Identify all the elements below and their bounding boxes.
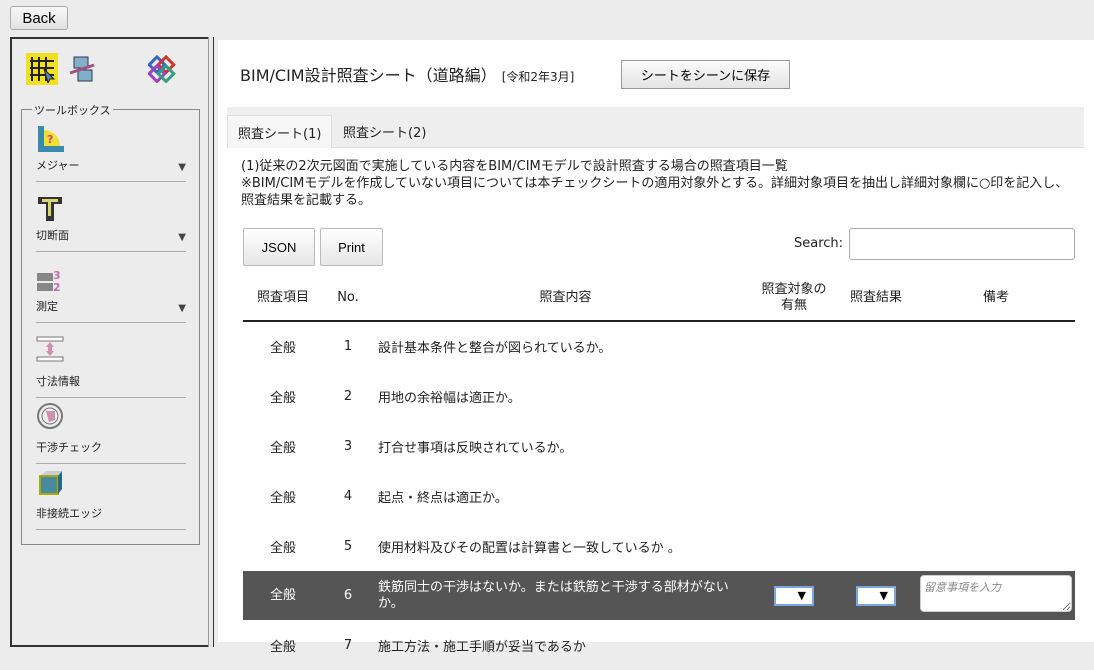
table-cell (835, 620, 917, 670)
grid-select-icon[interactable] (26, 53, 58, 85)
table-cell: 全般 (269, 540, 296, 556)
table-cell: 施工方法・施工手順が妥当であるか (378, 639, 586, 655)
header-no[interactable]: No. (323, 275, 373, 322)
table-cell: 全般 (269, 390, 296, 406)
main-panel: BIM/CIM設計照査シート（道路編） [令和2年3月] シートをシーンに保存 … (218, 40, 1094, 655)
search-input[interactable] (849, 228, 1075, 260)
description: (1)従来の2次元図面で実施している内容をBIM/CIMモデルで設計照査する場合… (241, 159, 1069, 208)
dropdown-arrow-icon[interactable]: ▼ (178, 162, 186, 173)
table-row[interactable]: 全般 4 起点・終点は適正か。 (243, 471, 1075, 521)
svg-text:?: ? (47, 133, 53, 146)
area-volume-icon: 32 (37, 269, 61, 293)
tab-bar: 照査シート(1) 照査シート(2) (227, 107, 1084, 148)
table-cell: 使用材料及びその配置は計算書と一致しているか 。 (378, 540, 681, 556)
ruler-angle-icon: ? (38, 126, 64, 152)
dropdown-arrow-icon[interactable]: ▼ (178, 232, 186, 243)
table-cell: 用地の余裕幅は適正か。 (378, 390, 521, 406)
table-cell: 4 (343, 488, 353, 504)
table-row[interactable]: 全般 2 用地の余裕幅は適正か。 (243, 371, 1075, 421)
header-content[interactable]: 照査内容 (373, 275, 753, 322)
table-cell: 全般 (269, 639, 296, 655)
table-row[interactable]: 全般 3 打合せ事項は反映されているか。 (243, 421, 1075, 471)
table-cell (753, 321, 835, 371)
back-button[interactable]: Back (10, 6, 68, 30)
left-panel: ツールボックス ? メジャー ▼ 切断面 ▼ 3 2 測定 ▼ 寸法情報 干渉チェック 非接… (10, 37, 212, 647)
table-cell (835, 371, 917, 421)
table-cell: 2 (343, 388, 353, 404)
table-cell: 全般 (269, 440, 296, 456)
table-cell (835, 421, 917, 471)
remarks-textarea[interactable] (920, 574, 1072, 612)
search-label: Search: (794, 236, 844, 251)
header-remarks[interactable]: 備考 (917, 275, 1075, 322)
cube-edge-icon (39, 471, 62, 495)
toolbox-legend: ツールボックス (32, 102, 113, 118)
tab-sheet-1[interactable]: 照査シート(1) (227, 115, 333, 148)
table-row[interactable]: 全般 1 設計基本条件と整合が図られているか。 (243, 321, 1075, 371)
table-cell (917, 620, 1075, 670)
svg-text:2: 2 (53, 281, 61, 293)
table-cell: 設計基本条件と整合が図られているか。 (378, 341, 612, 356)
interference-icon (37, 403, 63, 429)
tool-interference-check[interactable]: 干渉チェック (36, 398, 186, 464)
table-cell: 全般 (243, 571, 323, 620)
table-cell (917, 371, 1075, 421)
save-sheet-to-scene-button[interactable]: シートをシーンに保存 (621, 60, 790, 89)
target-select[interactable]: ▼ (774, 585, 814, 606)
tool-measurement[interactable]: 3 2 測定 ▼ (36, 261, 186, 323)
header-target[interactable]: 照査対象の有無 (753, 275, 835, 322)
table-cell: 全般 (269, 490, 296, 506)
table-cell: 6 (323, 571, 373, 620)
check-table: 照査項目 No. 照査内容 照査対象の有無 照査結果 備考 全般 1 設計基本条件と… (243, 275, 1075, 670)
table-cell (917, 521, 1075, 571)
tool-dimension-info[interactable]: 寸法情報 (36, 331, 186, 398)
table-cell: 打合せ事項は反映されているか。 (378, 440, 573, 456)
table-cell: ▼ (753, 571, 835, 620)
table-cell (917, 471, 1075, 521)
table-row-selected[interactable]: 全般 6 鉄筋同士の干渉はないか。または鉄筋と干渉する部材がないか。 ▼ ▼ (243, 571, 1075, 620)
table-cell (917, 321, 1075, 371)
result-select[interactable]: ▼ (856, 585, 896, 606)
toolbox: ツールボックス ? メジャー ▼ 切断面 ▼ 3 2 測定 ▼ 寸法情報 干渉チェック 非接… (21, 102, 200, 545)
table-cell: 5 (343, 538, 353, 554)
table-cell (753, 620, 835, 670)
table-row[interactable]: 全般 7 施工方法・施工手順が妥当であるか (243, 620, 1075, 670)
table-cell (917, 421, 1075, 471)
table-cell: 1 (343, 339, 353, 354)
table-row[interactable]: 全般 5 使用材料及びその配置は計算書と一致しているか 。 (243, 521, 1075, 571)
linked-rings-icon[interactable] (146, 53, 178, 85)
table-cell: ▼ (835, 571, 917, 620)
page-title: BIM/CIM設計照査シート（道路編） [令和2年3月] (240, 66, 575, 85)
table-cell (753, 471, 835, 521)
table-cell (753, 521, 835, 571)
table-cell (753, 421, 835, 471)
header-result[interactable]: 照査結果 (835, 275, 917, 322)
table-cell: 起点・終点は適正か。 (378, 490, 508, 506)
section-cubes-icon[interactable] (66, 53, 98, 85)
json-button[interactable]: JSON (243, 228, 315, 266)
panel-splitter[interactable] (208, 37, 214, 647)
table-cell (917, 571, 1075, 620)
tab-sheet-2[interactable]: 照査シート(2) (333, 115, 436, 148)
table-cell: 鉄筋同士の干渉はないか。または鉄筋と干渉する部材がないか。 (373, 571, 753, 620)
tool-measure[interactable]: ? メジャー ▼ (36, 120, 186, 182)
table-cell (753, 371, 835, 421)
dropdown-arrow-icon[interactable]: ▼ (178, 303, 186, 314)
table-cell (835, 321, 917, 371)
tool-section-plane[interactable]: 切断面 ▼ (36, 190, 186, 252)
table-cell (835, 521, 917, 571)
header-item[interactable]: 照査項目 (243, 275, 323, 322)
table-cell: 全般 (269, 341, 296, 356)
table-cell: 3 (343, 438, 353, 454)
page-subtitle: [令和2年3月] (501, 70, 575, 84)
t-section-icon (38, 197, 62, 221)
tool-non-connected-edge[interactable]: 非接続エッジ (36, 464, 186, 530)
table-cell (835, 471, 917, 521)
table-cell: 7 (343, 637, 353, 653)
dimension-icon (36, 336, 64, 362)
print-button[interactable]: Print (320, 228, 383, 266)
